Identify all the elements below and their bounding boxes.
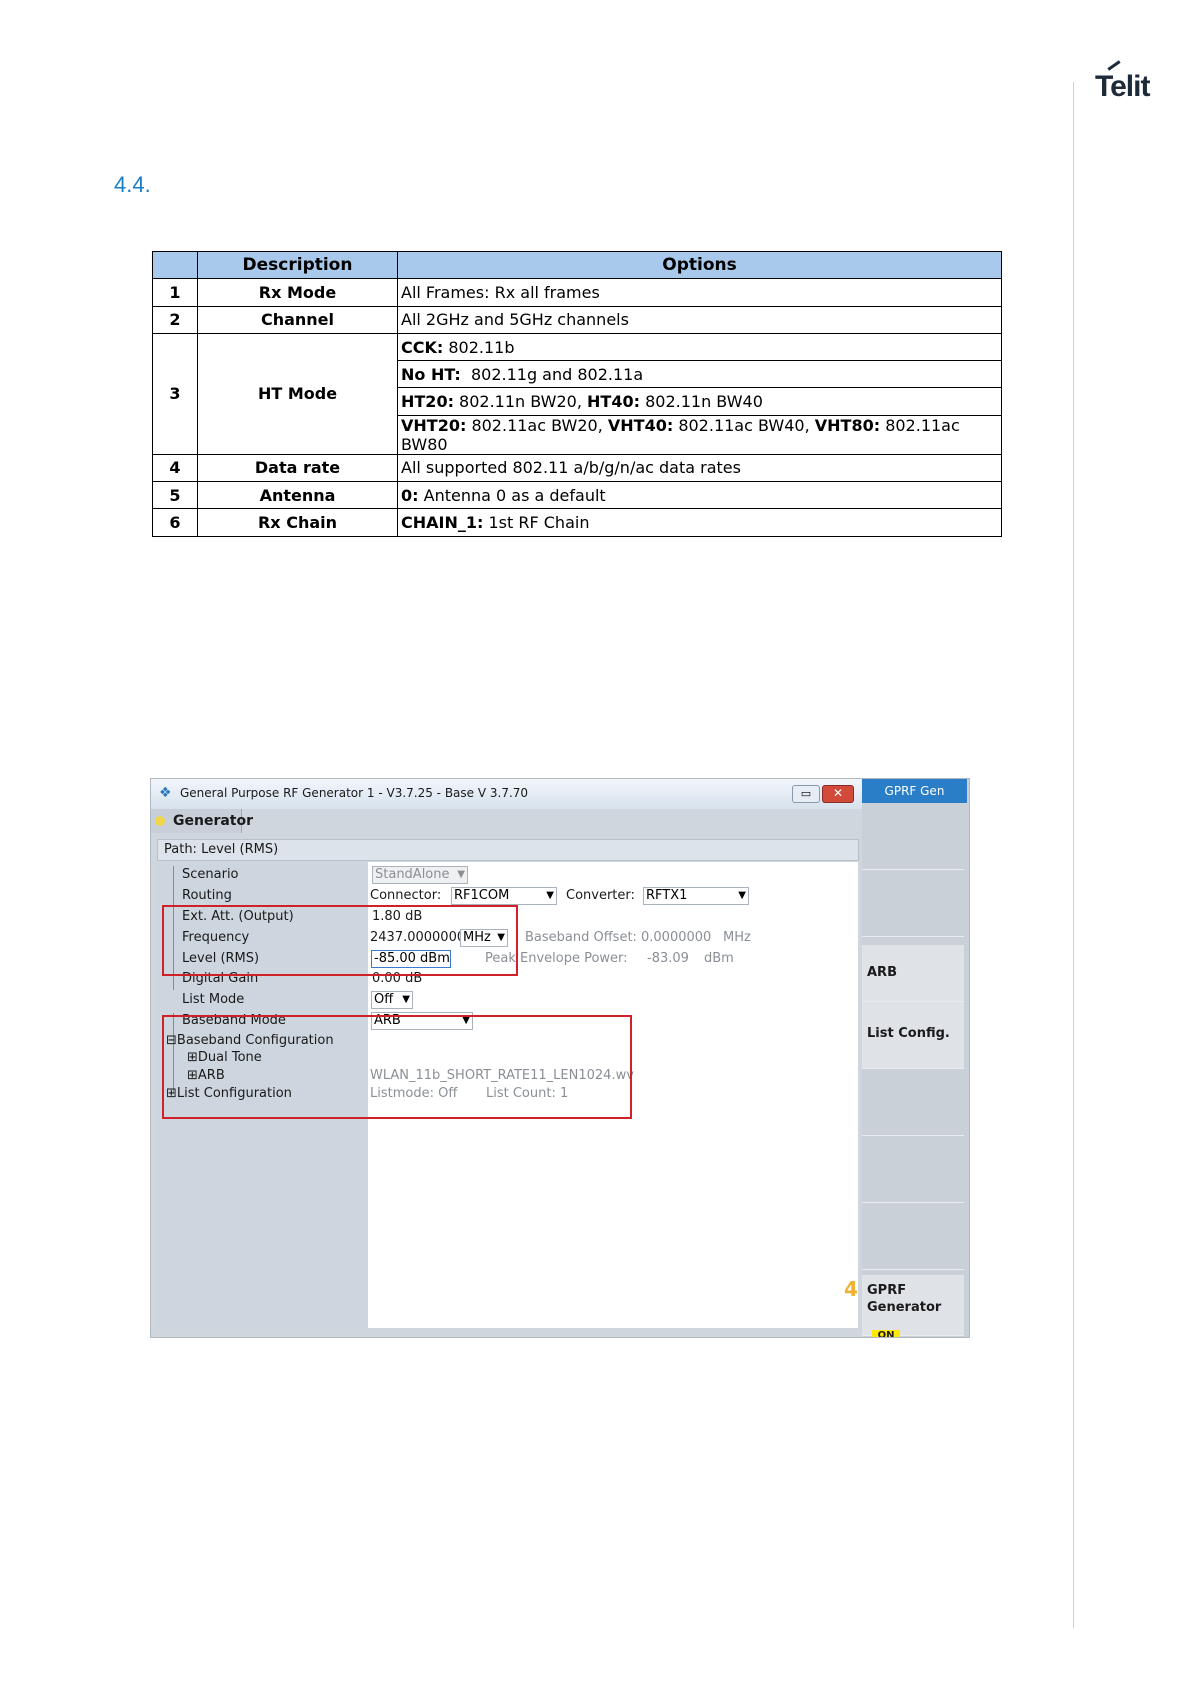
row-options: HT20: 802.11n BW20, HT40: 802.11n BW40 [397,387,1002,416]
baseband-offset-label: Baseband Offset: [525,930,637,945]
window-title: General Purpose RF Generator 1 - V3.7.25… [180,786,529,800]
minimize-icon[interactable]: ▭ [792,785,820,803]
row-options: CHAIN_1: 1st RF Chain [397,508,1002,537]
tree-item-routing[interactable]: Routing [182,888,232,903]
chevron-down-icon: ▼ [402,994,410,1005]
annotation-number-4: 4 [844,1277,858,1301]
row-desc: Data rate [197,453,398,483]
converter-label: Converter: [566,888,635,903]
row-options: CCK: 802.11b [397,332,1002,362]
connector-label: Connector: [370,888,442,903]
chevron-down-icon: ▼ [738,890,746,901]
tab-generator[interactable]: Generator [151,809,253,833]
baseband-offset-unit: MHz [723,930,751,945]
softkey-empty-1[interactable] [862,803,964,870]
table-row: 2 Channel All 2GHz and 5GHz channels [152,305,1002,334]
options-table: Description Options 1 Rx Mode All Frames… [152,250,1002,537]
row-num: 5 [152,481,198,510]
row-desc: HT Mode [197,332,398,455]
path-label: Path: [164,842,197,857]
baseband-offset-value: 0.0000000 [641,930,712,945]
row-options: No HT: 802.11g and 802.11a [397,360,1002,389]
row-num: 4 [152,453,198,483]
row-num: 2 [152,305,198,334]
margin-rule [1073,82,1074,1628]
path-bar: Path: Level (RMS) [157,839,859,861]
scenario-select: StandAlone ▼ [372,866,468,884]
connector-select[interactable]: RF1COM ▼ [451,887,557,905]
row-desc: Antenna [197,481,398,510]
generator-on-badge: ON [872,1330,900,1337]
softkey-gprf-generator[interactable]: GPRF Generator ON [862,1275,964,1337]
table-row: 3 HT Mode CCK: 802.11b [152,332,1002,455]
pep-unit: dBm [704,951,734,966]
highlight-box-baseband [162,1015,632,1119]
softkey-gprf-gen-tab[interactable]: GPRF Gen [862,779,967,803]
softkey-empty-4[interactable] [862,1136,964,1203]
softkey-list-config[interactable]: List Config. [862,1002,964,1069]
row-num: 6 [152,508,198,537]
table-row: 6 Rx Chain CHAIN_1: 1st RF Chain [152,508,1002,537]
table-header-row: Description Options [152,250,1002,280]
gprf-generator-window: ❖ General Purpose RF Generator 1 - V3.7.… [150,778,970,1338]
highlight-box-rf-settings [162,905,518,976]
table-header-options: Options [397,250,1002,280]
path-value: Level (RMS) [201,842,279,857]
softkey-empty-2[interactable] [862,870,964,937]
row-desc: Rx Mode [197,278,398,307]
chevron-down-icon: ▼ [546,890,554,901]
softkey-panel: GPRF Gen ARB List Config. GPRF Generator… [862,779,969,1337]
row-desc: Channel [197,305,398,334]
row-options: VHT20: 802.11ac BW20, VHT40: 802.11ac BW… [397,414,1002,455]
table-row: 1 Rx Mode All Frames: Rx all frames [152,278,1002,307]
table-row: 4 Data rate All supported 802.11 a/b/g/n… [152,453,1002,483]
table-row: 5 Antenna 0: Antenna 0 as a default [152,481,1002,510]
softkey-empty-3[interactable] [862,1069,964,1136]
row-options: 0: Antenna 0 as a default [397,481,1002,510]
row-num: 1 [152,278,198,307]
section-number: 4.4. [114,172,151,197]
row-options: All supported 802.11 a/b/g/n/ac data rat… [397,453,1002,483]
row-num: 3 [152,332,198,455]
tree-item-list-mode[interactable]: List Mode [182,992,244,1007]
chevron-down-icon: ▼ [457,869,465,880]
table-header-description: Description [197,250,398,280]
softkey-arb[interactable]: ARB [862,945,964,1002]
softkey-empty-5[interactable] [862,1203,964,1270]
converter-select[interactable]: RFTX1 ▼ [643,887,749,905]
row-options: All Frames: Rx all frames [397,278,1002,307]
status-dot-icon [155,816,165,826]
close-icon[interactable]: ✕ [822,785,854,803]
row-desc: Rx Chain [197,508,398,537]
tree-item-scenario[interactable]: Scenario [182,867,239,882]
app-icon: ❖ [159,785,172,801]
telit-logo: Telit [1095,60,1150,104]
table-header-num [152,250,198,280]
window-titlebar: ❖ General Purpose RF Generator 1 - V3.7.… [151,779,862,809]
list-mode-select[interactable]: Off ▼ [371,991,413,1009]
row-options: All 2GHz and 5GHz channels [397,305,1002,334]
pep-value: -83.09 [647,951,689,966]
